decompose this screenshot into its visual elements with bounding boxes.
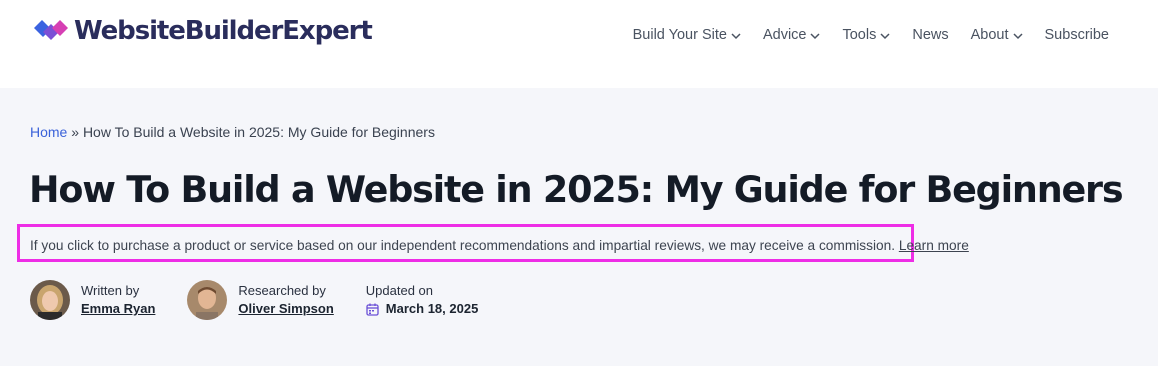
page-title: How To Build a Website in 2025: My Guide… xyxy=(29,168,1124,211)
learn-more-link[interactable]: Learn more xyxy=(899,238,969,253)
written-by-label: Written by xyxy=(81,283,140,298)
article-meta: Written by Emma Ryan Researched by Olive… xyxy=(30,280,478,320)
logo-text: WebsiteBuilderExpert xyxy=(74,16,373,46)
avatar xyxy=(30,280,70,320)
avatar xyxy=(187,280,228,320)
nav-label: News xyxy=(912,27,949,43)
author-researcher: Researched by Oliver Simpson xyxy=(187,280,334,320)
researcher-name-link[interactable]: Oliver Simpson xyxy=(238,300,333,318)
nav-subscribe[interactable]: Subscribe xyxy=(1045,27,1109,43)
researcher-text: Researched by Oliver Simpson xyxy=(238,282,333,318)
writer-text: Written by Emma Ryan xyxy=(81,282,155,318)
article-hero: Home » How To Build a Website in 2025: M… xyxy=(0,88,1158,366)
writer-name-link[interactable]: Emma Ryan xyxy=(81,300,155,318)
calendar-icon xyxy=(366,303,379,316)
nav-news[interactable]: News xyxy=(912,27,948,43)
nav-label: About xyxy=(970,27,1009,43)
nav-advice[interactable]: Advice xyxy=(763,27,821,43)
chevron-down-icon xyxy=(1012,32,1023,39)
updated-date: March 18, 2025 xyxy=(385,301,479,316)
disclosure-text: If you click to purchase a product or se… xyxy=(30,238,896,253)
breadcrumb-current: How To Build a Website in 2025: My Guide… xyxy=(82,124,435,140)
researcher-avatar-image xyxy=(187,280,228,320)
updated-info: Updated on March 18, 2025 xyxy=(366,282,479,318)
main-nav: Build Your Site Advice Tools News About … xyxy=(633,25,1109,45)
logo-mark-icon xyxy=(34,20,68,40)
nav-tools[interactable]: Tools xyxy=(842,27,890,43)
chevron-down-icon xyxy=(880,32,890,39)
affiliate-disclosure: If you click to purchase a product or se… xyxy=(30,238,969,253)
breadcrumb-home-link[interactable]: Home xyxy=(30,124,67,140)
nav-about[interactable]: About xyxy=(971,27,1023,43)
writer-avatar-image xyxy=(30,280,70,320)
breadcrumb-separator: » xyxy=(71,124,80,140)
updated-label: Updated on xyxy=(365,283,434,298)
nav-build-your-site[interactable]: Build Your Site xyxy=(633,27,741,43)
nav-label: Tools xyxy=(842,27,877,43)
site-header: WebsiteBuilderExpert Build Your Site Adv… xyxy=(0,0,1158,88)
nav-label: Build Your Site xyxy=(632,27,727,43)
updated-date-row: March 18, 2025 xyxy=(366,300,479,318)
chevron-down-icon xyxy=(731,32,741,39)
author-writer: Written by Emma Ryan xyxy=(30,280,155,320)
researched-by-label: Researched by xyxy=(238,283,326,298)
nav-label: Subscribe xyxy=(1044,27,1109,43)
site-logo[interactable]: WebsiteBuilderExpert xyxy=(34,14,373,48)
breadcrumb: Home » How To Build a Website in 2025: M… xyxy=(30,124,435,140)
nav-label: Advice xyxy=(762,27,807,43)
chevron-down-icon xyxy=(810,32,821,39)
